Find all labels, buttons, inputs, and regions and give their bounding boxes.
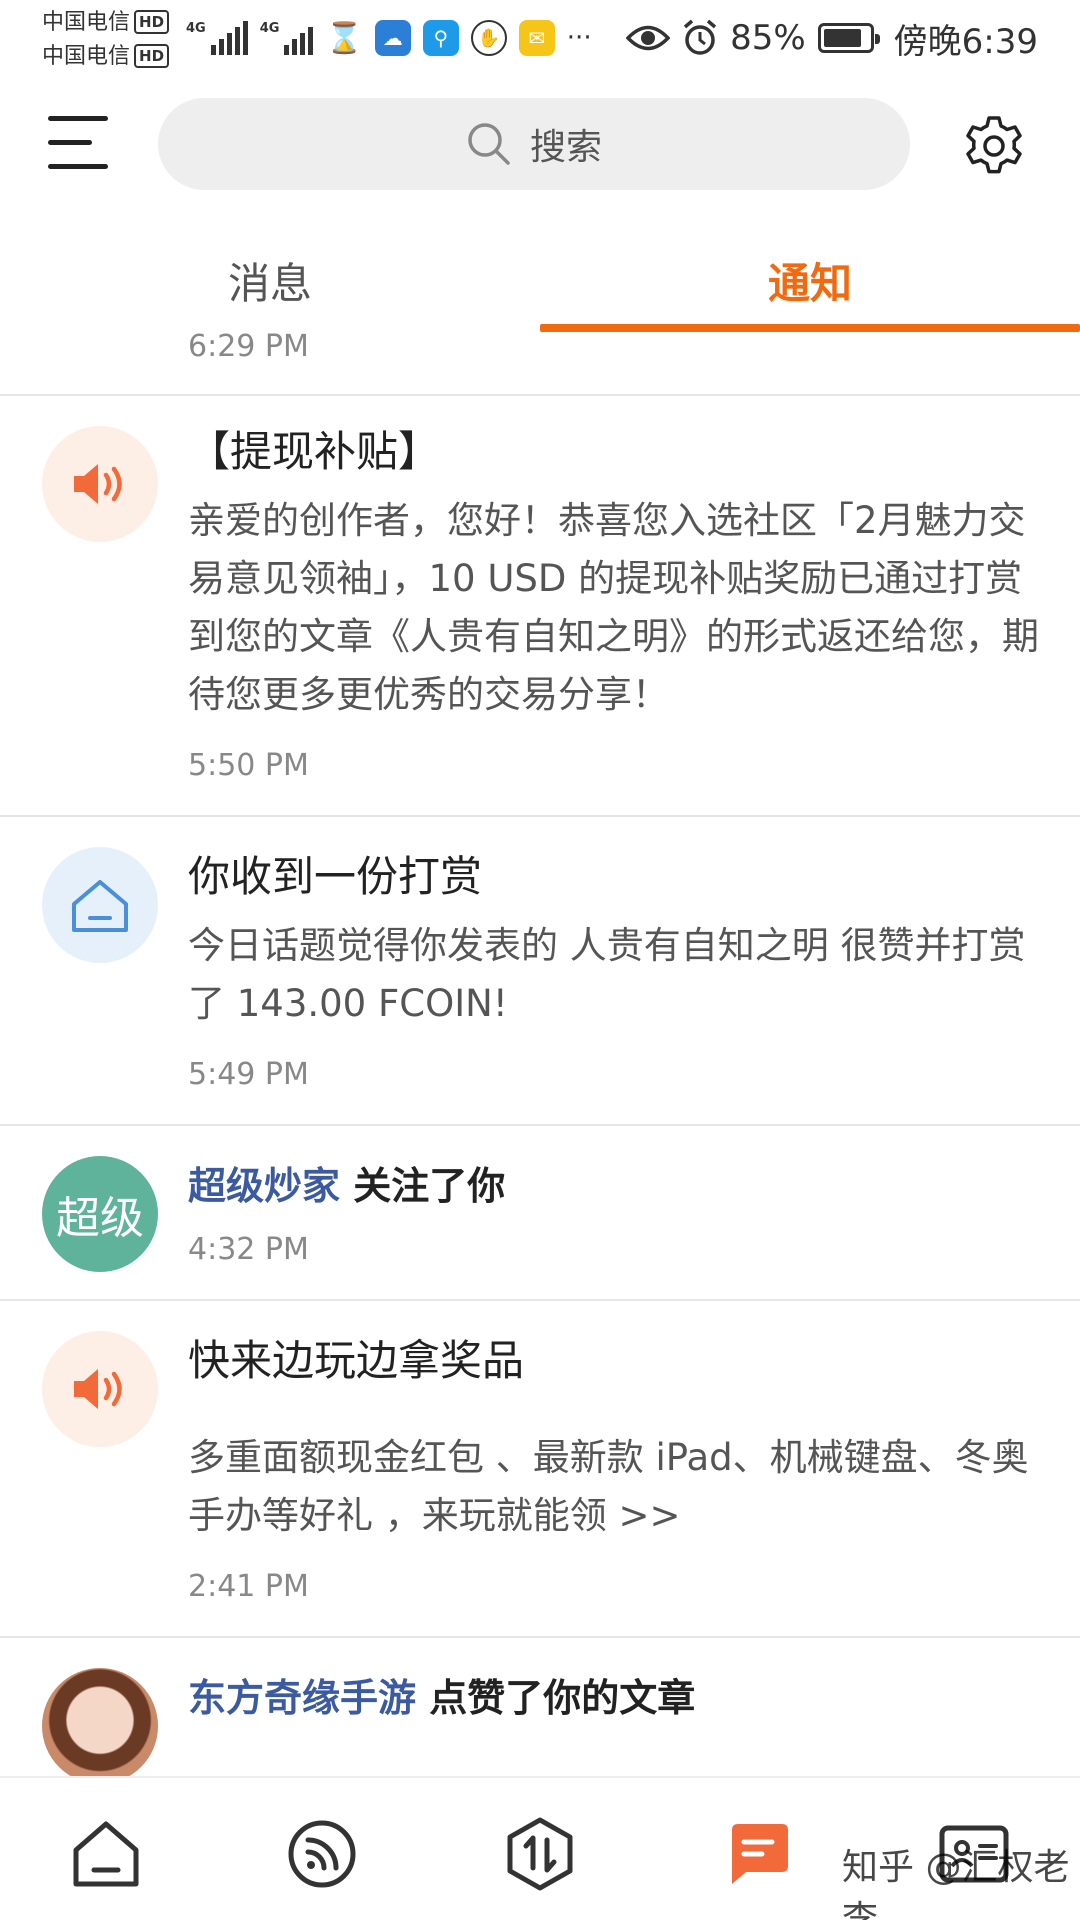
notification-time: 6:29 PM (0, 332, 1080, 396)
notification-body: 亲爱的创作者，您好！恭喜您入选社区「2月魅力交易意见领袖」，10 USD 的提现… (188, 499, 1039, 716)
notification-time: 5:49 PM (188, 1057, 309, 1092)
alarm-icon (683, 19, 717, 55)
speaker-icon (42, 1331, 158, 1447)
status-icons-right: 85% 傍晚6:39 (626, 12, 1038, 64)
message-icon (732, 1824, 788, 1884)
hand-icon: ✋ (470, 20, 507, 56)
actor-name[interactable]: 东方奇缘手游 (188, 1676, 416, 1720)
carrier-info: 中国电信 HD 中国电信 HD (42, 6, 170, 74)
house-icon (42, 847, 158, 963)
user-avatar[interactable]: 超级 (42, 1156, 158, 1272)
carrier-2: 中国电信 (42, 44, 131, 69)
search-icon (468, 123, 510, 165)
search-app-icon: ⚲ (422, 20, 459, 56)
status-bar: 中国电信 HD 中国电信 HD 4G 4G ⌛ ☁ ⚲ ✋ ✉ ··· 85% 傍晚… (0, 0, 1080, 80)
notification-time: 4:32 PM (188, 1232, 309, 1267)
mail-app-icon: ✉ (518, 20, 555, 56)
menu-button[interactable] (48, 116, 110, 176)
search-placeholder: 搜索 (529, 127, 602, 168)
notification-body: 今日话题觉得你发表的 人贵有自知之明 很赞并打赏了 143.00 FCOIN! (188, 924, 1026, 1025)
notification-title: 东方奇缘手游 点赞了你的文章 (188, 1670, 1040, 1726)
nav-trade[interactable] (500, 1814, 580, 1894)
clock: 傍晚6:39 (893, 21, 1038, 62)
home-icon (73, 1821, 139, 1887)
notification-item[interactable]: 超级 超级炒家 关注了你 4:32 PM (0, 1126, 1080, 1301)
active-tab-indicator (540, 324, 1080, 332)
user-avatar-photo[interactable] (42, 1668, 158, 1776)
notification-title: 【提现补贴】 (188, 427, 441, 476)
network-type: 4G (259, 21, 280, 36)
feed-icon (288, 1820, 356, 1888)
eye-icon (626, 25, 671, 51)
settings-gear-icon[interactable] (962, 114, 1026, 178)
nav-messages[interactable] (718, 1814, 798, 1894)
notification-title: 超级炒家 关注了你 (188, 1158, 1040, 1214)
battery-icon (817, 23, 880, 53)
carrier-1: 中国电信 (42, 10, 131, 35)
status-icons-left: 4G 4G ⌛ ☁ ⚲ ✋ ✉ ··· (186, 16, 592, 60)
notification-list[interactable]: 6:29 PM 【提现补贴】 亲爱的创作者，您好！恭喜您入选社区「2月魅力交易意… (0, 332, 1080, 1776)
tab-messages[interactable]: 消息 (0, 236, 540, 332)
signal-icon: 4G (260, 21, 314, 55)
more-notifications: ··· (566, 23, 592, 53)
search-bar[interactable]: 搜索 (158, 98, 910, 190)
notification-time: 5:50 PM (188, 748, 309, 783)
weather-app-icon: ☁ (374, 20, 411, 56)
battery-percent: 85% (730, 18, 806, 58)
nav-home[interactable] (66, 1814, 146, 1894)
top-bar: 搜索 (0, 90, 1080, 200)
hd-badge: HD (134, 44, 170, 68)
notification-item[interactable]: 【提现补贴】 亲爱的创作者，您好！恭喜您入选社区「2月魅力交易意见领袖」，10 … (0, 396, 1080, 817)
network-type: 4G (186, 21, 206, 36)
hourglass-icon: ⌛ (325, 20, 363, 56)
notification-time: 2:41 PM (188, 1569, 309, 1604)
watermark: 知乎 @汇权老李 (842, 1847, 1070, 1920)
action-text: 点赞了你的文章 (416, 1676, 696, 1720)
notification-item[interactable]: 你收到一份打赏 今日话题觉得你发表的 人贵有自知之明 很赞并打赏了 143.00… (0, 817, 1080, 1126)
nav-feed[interactable] (282, 1814, 362, 1894)
notification-title: 快来边玩边拿奖品 (188, 1336, 525, 1385)
signal-icon: 4G (186, 21, 248, 55)
notification-item[interactable]: 快来边玩边拿奖品 多重面额现金红包 、最新款 iPad、机械键盘、冬奥手办等好礼… (0, 1301, 1080, 1638)
speaker-icon (42, 426, 158, 542)
tab-bar: 消息 通知 (0, 236, 1080, 332)
hd-badge: HD (134, 10, 170, 34)
notification-body: 多重面额现金红包 、最新款 iPad、机械键盘、冬奥手办等好礼 ，来玩就能领 >… (188, 1436, 1029, 1537)
actor-name[interactable]: 超级炒家 (188, 1164, 340, 1208)
trade-icon (507, 1817, 573, 1891)
notification-item[interactable]: 东方奇缘手游 点赞了你的文章 (0, 1638, 1080, 1776)
tab-notifications[interactable]: 通知 (540, 236, 1080, 332)
action-text: 关注了你 (340, 1164, 506, 1208)
notification-title: 你收到一份打赏 (188, 852, 483, 901)
